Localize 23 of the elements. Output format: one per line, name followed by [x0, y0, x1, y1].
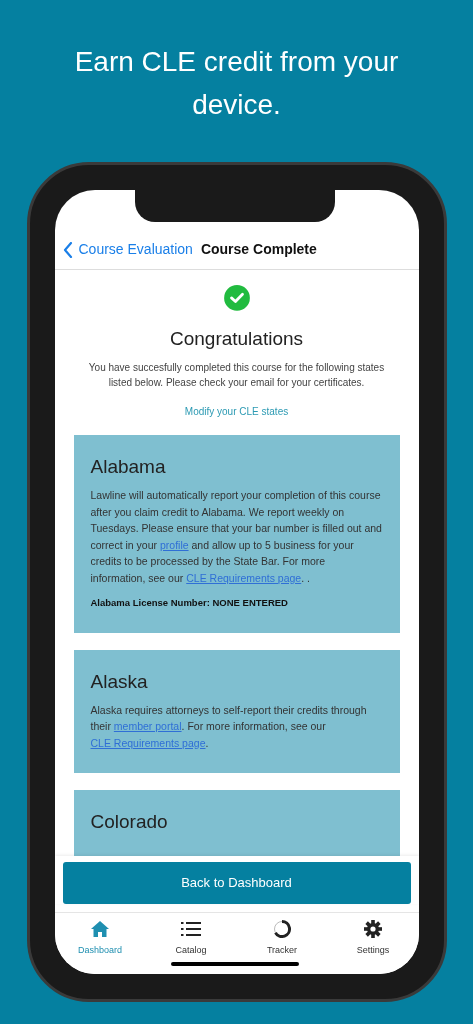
headline: Earn CLE credit from your device. — [73, 45, 400, 122]
inline-link[interactable]: member portal — [113, 720, 182, 732]
tab[interactable]: Dashboard — [54, 919, 146, 974]
back-to-dashboard-button[interactable]: Back to Dashboard — [62, 862, 411, 904]
state-name: Alabama — [90, 455, 167, 480]
screen-title: Course Complete — [200, 240, 317, 259]
message-text: You have succesfully completed this course for the following states listed below. Please check your email for your certificates. — [87, 361, 386, 391]
chevron-left-icon — [62, 241, 73, 258]
home-icon — [90, 920, 110, 938]
heading: Congratulations — [169, 326, 304, 351]
inline-link[interactable]: profile — [159, 538, 189, 551]
license-number: Alabama License Number: NONE ENTERED — [90, 596, 289, 611]
progress-ring-icon — [273, 920, 291, 938]
state-info-text: Lawline will automatically report your completion of this course after you claim credit to Alabama. We report weekly on Tuesdays. Please ensure that your bar number is filled out and correct in your profile and allow up to 5 business for your credits to be processed by the State Bar. For more information, see our CLE Requirements page. . — [90, 488, 383, 586]
modify-states-link[interactable]: Modify your CLE states — [184, 404, 289, 420]
tab[interactable]: Settings — [327, 919, 419, 974]
tab[interactable]: Catalog — [145, 919, 237, 974]
back-button[interactable]: Course Evaluation — [62, 239, 193, 260]
settings-icon — [364, 920, 382, 938]
state-name: Colorado — [90, 810, 169, 834]
state-info-text: Alaska requires attorneys to self-report their credits through their member portal. For more information, see our CLE Requirements page. — [90, 702, 368, 751]
list-icon — [181, 921, 201, 937]
state-name: Alaska — [90, 669, 149, 694]
